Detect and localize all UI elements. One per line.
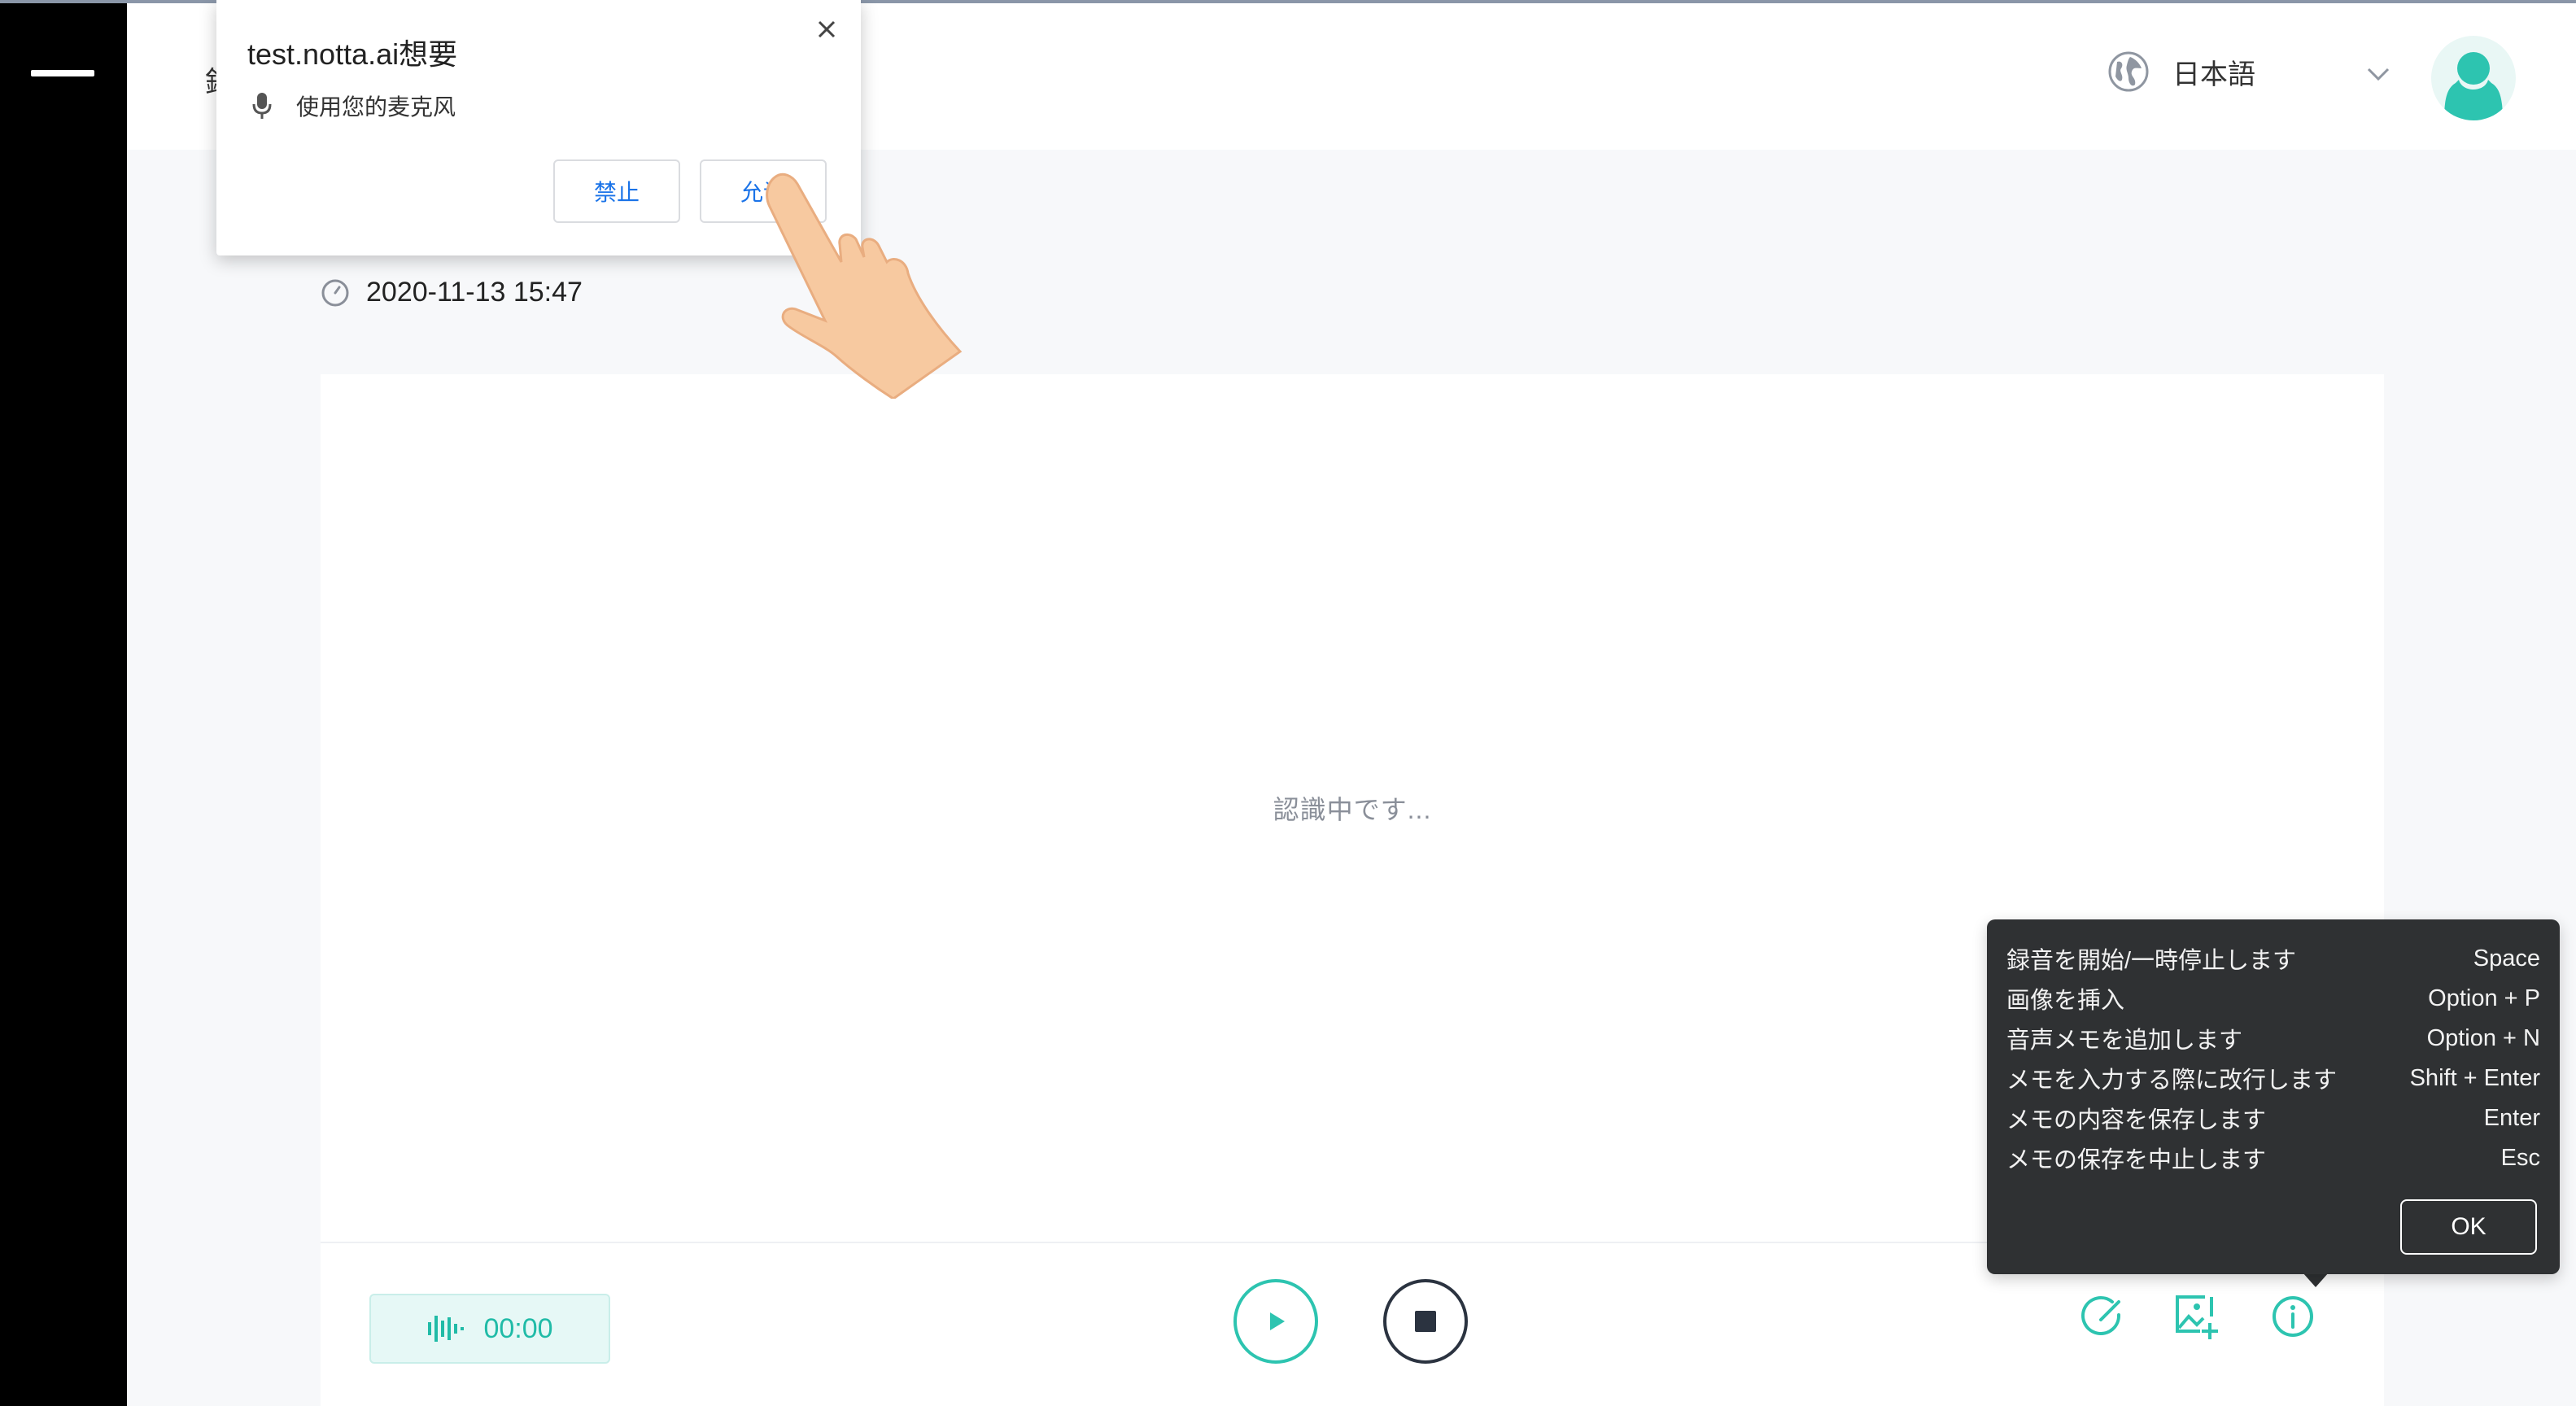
stop-button[interactable] bbox=[1383, 1279, 1468, 1364]
recognizing-status: 認識中です... bbox=[1273, 795, 1432, 824]
shortcut-action: メモを入力する際に改行します bbox=[2006, 1068, 2338, 1094]
hamburger-icon[interactable] bbox=[31, 70, 94, 76]
permission-row: 使用您的麦克风 bbox=[252, 90, 456, 122]
waveform-icon bbox=[428, 1316, 465, 1342]
shortcut-info-button[interactable] bbox=[2268, 1292, 2317, 1341]
shortcut-key: Esc bbox=[2500, 1144, 2540, 1171]
shortcut-action: 録音を開始/一時停止します bbox=[2006, 948, 2297, 974]
close-icon bbox=[818, 20, 836, 38]
language-selector[interactable]: 日本語 bbox=[2107, 50, 2255, 93]
shortcut-key: Option + P bbox=[2428, 985, 2540, 1011]
shortcut-key: Option + N bbox=[2426, 1024, 2540, 1051]
avatar[interactable] bbox=[2431, 36, 2516, 120]
shortcut-action: 画像を挿入 bbox=[2006, 988, 2125, 1014]
permission-text: 使用您的麦克风 bbox=[296, 94, 456, 120]
avatar-icon bbox=[2444, 52, 2503, 120]
shortcut-key: Space bbox=[2473, 945, 2540, 972]
tooltip-arrow bbox=[2303, 1273, 2329, 1287]
shortcut-key: Shift + Enter bbox=[2409, 1064, 2540, 1091]
note-meta: 2020-11-13 15:47 bbox=[321, 277, 583, 308]
ok-button[interactable]: OK bbox=[2400, 1199, 2537, 1255]
deny-button[interactable]: 禁止 bbox=[553, 159, 680, 223]
shortcut-row: 画像を挿入 Option + P bbox=[2006, 979, 2540, 1018]
sidebar bbox=[0, 0, 127, 1406]
shortcut-row: メモの内容を保存します Enter bbox=[2006, 1098, 2540, 1137]
language-label: 日本語 bbox=[2172, 59, 2255, 90]
edit-note-button[interactable] bbox=[2078, 1292, 2127, 1341]
shortcuts-tooltip: 録音を開始/一時停止します Space 画像を挿入 Option + P 音声メ… bbox=[1987, 919, 2560, 1274]
elapsed-time: 00:00 bbox=[483, 1312, 553, 1344]
pointing-hand bbox=[766, 172, 963, 399]
shortcut-row: 音声メモを追加します Option + N bbox=[2006, 1019, 2540, 1058]
stop-icon bbox=[1415, 1311, 1436, 1332]
play-button[interactable] bbox=[1233, 1279, 1318, 1364]
shortcut-action: メモの内容を保存します bbox=[2006, 1107, 2267, 1133]
info-icon bbox=[2273, 1296, 2313, 1337]
globe-icon bbox=[2108, 51, 2149, 92]
insert-image-button[interactable] bbox=[2172, 1292, 2221, 1341]
play-icon bbox=[1270, 1312, 1285, 1330]
note-date: 2020-11-13 15:47 bbox=[366, 277, 583, 308]
shortcut-action: 音声メモを追加します bbox=[2006, 1028, 2243, 1054]
shortcut-row: メモを入力する際に改行します Shift + Enter bbox=[2006, 1059, 2540, 1098]
shortcut-action: メモの保存を中止します bbox=[2006, 1147, 2267, 1173]
chevron-down-icon[interactable] bbox=[2366, 65, 2390, 83]
permission-title: test.notta.ai想要 bbox=[247, 37, 458, 71]
clock-icon bbox=[321, 279, 349, 306]
shortcut-row: 録音を開始/一時停止します Space bbox=[2006, 939, 2540, 978]
recording-timer: 00:00 bbox=[369, 1294, 610, 1364]
edit-note-icon bbox=[2081, 1295, 2121, 1335]
microphone-icon bbox=[252, 93, 272, 119]
shortcut-row: メモの保存を中止します Esc bbox=[2006, 1138, 2540, 1177]
insert-image-icon bbox=[2176, 1295, 2218, 1339]
close-button[interactable] bbox=[809, 11, 845, 47]
shortcut-key: Enter bbox=[2483, 1104, 2540, 1131]
